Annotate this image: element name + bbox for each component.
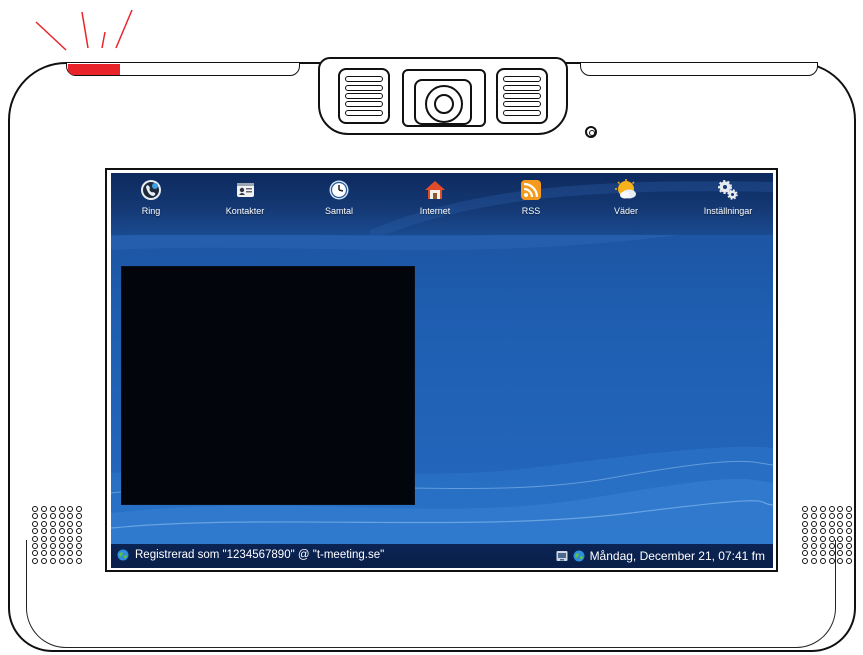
home-icon [425, 181, 445, 199]
gears-icon [718, 180, 738, 200]
globe-icon [117, 549, 129, 561]
toolbar-samtal-label: Samtal [324, 206, 353, 216]
toolbar-kontakter-button[interactable]: Kontakter [217, 173, 273, 235]
camera-grille-left [338, 68, 390, 124]
camera-grille-right [496, 68, 548, 124]
app-toolbar: Ring Kontakter Samtal Internet RSS Väder… [111, 173, 773, 235]
toolbar-samtal-button[interactable]: Samtal [319, 173, 359, 235]
led-glow-rays [35, 9, 133, 51]
toolbar-installningar-label: Inställningar [703, 206, 753, 216]
phone-icon [141, 180, 161, 200]
contacts-icon [237, 183, 254, 197]
camera-lens [434, 94, 454, 114]
status-bar: Registrerad som "1234567890" @ "t-meetin… [111, 544, 773, 568]
camera-housing [318, 57, 568, 135]
globe-icon[interactable] [573, 550, 585, 562]
clock-icon [329, 180, 349, 200]
toolbar-kontakter-label: Kontakter [225, 206, 265, 216]
weather-icon [615, 179, 636, 199]
top-slot-right [580, 62, 818, 76]
network-icon[interactable] [556, 550, 568, 562]
light-sensor [585, 126, 597, 138]
toolbar-installningar-button[interactable]: Inställningar [691, 173, 765, 235]
status-led [68, 64, 120, 75]
screen: Ring Kontakter Samtal Internet RSS Väder… [111, 173, 773, 568]
toolbar-internet-label: Internet [419, 206, 451, 216]
toolbar-ring-button[interactable]: Ring [133, 173, 169, 235]
toolbar-vader-button[interactable]: Väder [606, 173, 646, 235]
toolbar-ring-label: Ring [141, 206, 161, 216]
clock-area: Måndag, December 21, 07:41 fm [556, 549, 765, 563]
registration-status: Registrerad som "1234567890" @ "t-meetin… [117, 549, 384, 561]
toolbar-rss-label: RSS [521, 206, 541, 216]
video-panel[interactable] [121, 266, 415, 505]
registration-text: Registrerad som "1234567890" @ "t-meetin… [135, 549, 385, 561]
toolbar-vader-label: Väder [613, 206, 639, 216]
rss-icon [521, 180, 541, 200]
toolbar-internet-button[interactable]: Internet [411, 173, 459, 235]
toolbar-rss-button[interactable]: RSS [511, 173, 551, 235]
datetime-text: Måndag, December 21, 07:41 fm [589, 549, 765, 563]
speaker-left [32, 506, 84, 564]
speaker-right [802, 506, 854, 564]
